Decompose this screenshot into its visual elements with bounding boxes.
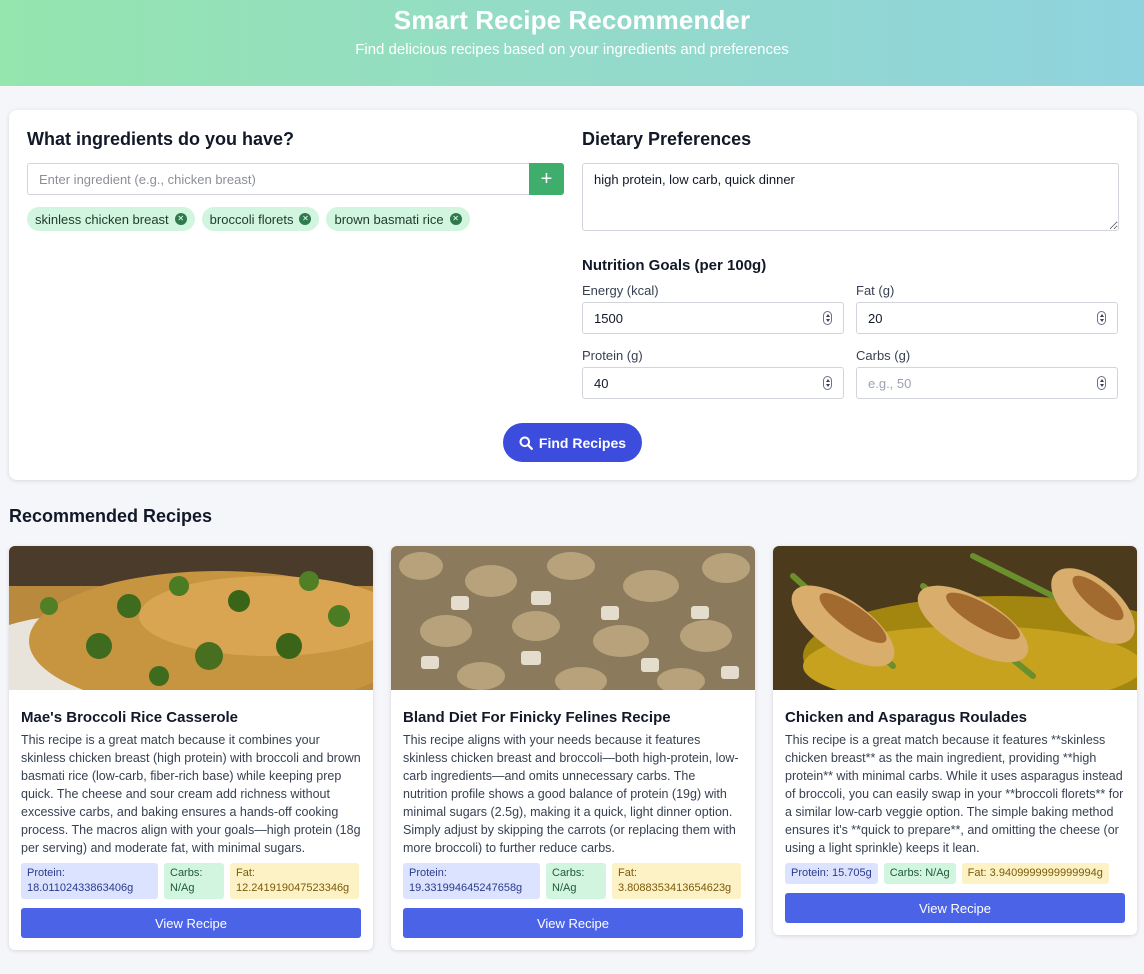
ingredient-tag-label: brown basmati rice: [334, 211, 444, 227]
carbs-input[interactable]: e.g., 50: [856, 367, 1118, 399]
recipe-image: [391, 546, 755, 695]
recipe-image: [9, 546, 373, 776]
fat-badge: Fat: 3.9409999999999994g: [961, 863, 1109, 884]
protein-badge: Protein: 15.705g: [785, 863, 878, 884]
recipe-card: Mae's Broccoli Rice Casserole This recip…: [9, 546, 373, 950]
carbs-placeholder: e.g., 50: [868, 375, 912, 391]
recipe-description: This recipe aligns with your needs becau…: [403, 733, 739, 855]
view-recipe-button[interactable]: View Recipe: [21, 908, 361, 938]
search-panel: What ingredients do you have? + skinless…: [9, 110, 1137, 480]
protein-input[interactable]: 40: [582, 367, 844, 399]
energy-label: Energy (kcal): [582, 283, 659, 298]
energy-input[interactable]: 1500: [582, 302, 844, 334]
recipe-card: Chicken and Asparagus Roulades This reci…: [773, 546, 1137, 935]
close-icon[interactable]: ✕: [299, 213, 312, 225]
recipe-description: This recipe is a great match because it …: [785, 733, 1124, 855]
view-recipe-button[interactable]: View Recipe: [403, 908, 743, 938]
protein-badge: Protein: 18.01102433863406g: [21, 863, 158, 899]
fat-label: Fat (g): [856, 283, 895, 298]
stepper-icon[interactable]: [823, 376, 832, 390]
plus-icon: +: [540, 168, 553, 190]
close-icon[interactable]: ✕: [174, 213, 187, 225]
carbs-badge: Carbs: N/Ag: [883, 863, 956, 884]
ingredient-tag-label: skinless chicken breast: [35, 211, 169, 227]
app-title: Smart Recipe Recommender: [393, 5, 751, 35]
fat-value: 20: [868, 310, 883, 326]
protein-value: 40: [594, 375, 609, 391]
fat-input[interactable]: 20: [856, 302, 1118, 334]
ingredient-input[interactable]: [27, 163, 529, 195]
dietary-preferences-field[interactable]: high protein, low carb, quick dinner: [582, 163, 1119, 231]
nutrition-badges: Protein: 19.331994645247658g Carbs: N/Ag…: [403, 863, 743, 899]
find-recipes-button[interactable]: Find Recipes: [503, 423, 642, 462]
search-icon: [519, 436, 533, 450]
carbs-label: Carbs (g): [856, 348, 911, 363]
ingredient-tags: skinless chicken breast ✕ broccoli flore…: [27, 207, 470, 231]
carbs-badge: Carbs: N/Ag: [164, 863, 224, 899]
nutrition-goals-heading: Nutrition Goals (per 100g): [582, 257, 767, 274]
nutrition-badges: Protein: 15.705g Carbs: N/Ag Fat: 3.9409…: [785, 863, 1125, 884]
results-heading: Recommended Recipes: [9, 506, 213, 526]
ingredient-tag: brown basmati rice ✕: [326, 207, 470, 231]
stepper-icon[interactable]: [1097, 311, 1106, 325]
recipe-title: Chicken and Asparagus Roulades: [785, 709, 1028, 726]
energy-value: 1500: [594, 310, 623, 326]
stepper-icon[interactable]: [1097, 376, 1106, 390]
close-icon[interactable]: ✕: [449, 213, 462, 225]
recipe-card: Bland Diet For Finicky Felines Recipe Th…: [391, 546, 755, 950]
stepper-icon[interactable]: [823, 311, 832, 325]
fat-badge: Fat: 3.8088353413654623g: [612, 863, 741, 899]
view-recipe-button[interactable]: View Recipe: [785, 893, 1125, 923]
dietary-heading: Dietary Preferences: [582, 129, 752, 149]
find-recipes-label: Find Recipes: [538, 434, 627, 451]
page-header: Smart Recipe Recommender Find delicious …: [0, 0, 1144, 86]
fat-badge: Fat: 12.241919047523346g: [230, 863, 359, 899]
recipe-title: Bland Diet For Finicky Felines Recipe: [403, 709, 671, 726]
ingredient-tag-label: broccoli florets: [209, 211, 294, 227]
ingredient-tag: broccoli florets ✕: [201, 207, 320, 231]
add-ingredient-button[interactable]: +: [529, 163, 564, 195]
protein-label: Protein (g): [582, 348, 643, 363]
recipe-title: Mae's Broccoli Rice Casserole: [21, 709, 239, 726]
app-subtitle: Find delicious recipes based on your ing…: [355, 41, 789, 58]
ingredient-input-row: +: [27, 163, 564, 195]
protein-badge: Protein: 19.331994645247658g: [403, 863, 540, 899]
ingredients-heading: What ingredients do you have?: [27, 129, 295, 149]
ingredient-tag: skinless chicken breast ✕: [27, 207, 195, 231]
carbs-badge: Carbs: N/Ag: [546, 863, 606, 899]
recipe-image: [773, 546, 1137, 716]
nutrition-badges: Protein: 18.01102433863406g Carbs: N/Ag …: [21, 863, 361, 899]
recipe-description: This recipe is a great match because it …: [21, 733, 361, 855]
